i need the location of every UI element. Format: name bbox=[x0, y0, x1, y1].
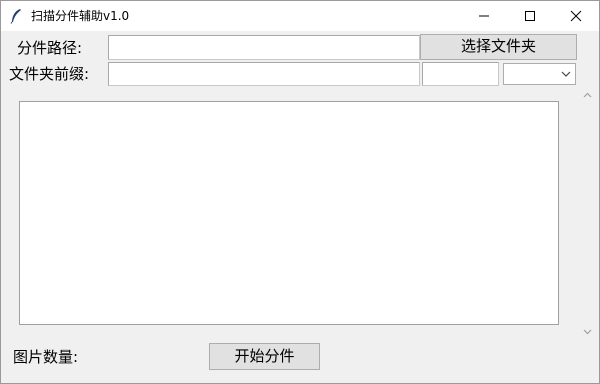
maximize-button[interactable] bbox=[507, 1, 553, 31]
close-icon bbox=[570, 10, 582, 22]
path-input[interactable] bbox=[108, 35, 420, 60]
chevron-down-icon bbox=[561, 71, 571, 77]
app-window: 扫描分件辅助v1.0 分件路径: 选择文件夹 文件夹前缀: 图片数量: 开始分件 bbox=[0, 0, 600, 384]
close-button[interactable] bbox=[553, 1, 599, 31]
log-textarea[interactable] bbox=[19, 101, 559, 325]
minimize-button[interactable] bbox=[461, 1, 507, 31]
window-title: 扫描分件辅助v1.0 bbox=[31, 9, 130, 23]
maximize-icon bbox=[525, 11, 535, 21]
start-button[interactable]: 开始分件 bbox=[209, 343, 320, 370]
minimize-icon bbox=[479, 15, 489, 17]
option-combobox[interactable] bbox=[503, 63, 576, 85]
prefix-label: 文件夹前缀: bbox=[9, 65, 90, 83]
title-bar[interactable]: 扫描分件辅助v1.0 bbox=[1, 1, 599, 31]
image-count-label: 图片数量: bbox=[13, 348, 79, 366]
chevron-down-icon[interactable] bbox=[583, 329, 592, 335]
feather-icon bbox=[9, 8, 23, 24]
chevron-up-icon[interactable] bbox=[583, 92, 592, 98]
prefix-input[interactable] bbox=[108, 62, 420, 86]
select-folder-button[interactable]: 选择文件夹 bbox=[420, 34, 577, 60]
vertical-scrollbar[interactable] bbox=[579, 87, 596, 341]
extra-input[interactable] bbox=[422, 62, 499, 86]
path-label: 分件路径: bbox=[17, 39, 83, 57]
